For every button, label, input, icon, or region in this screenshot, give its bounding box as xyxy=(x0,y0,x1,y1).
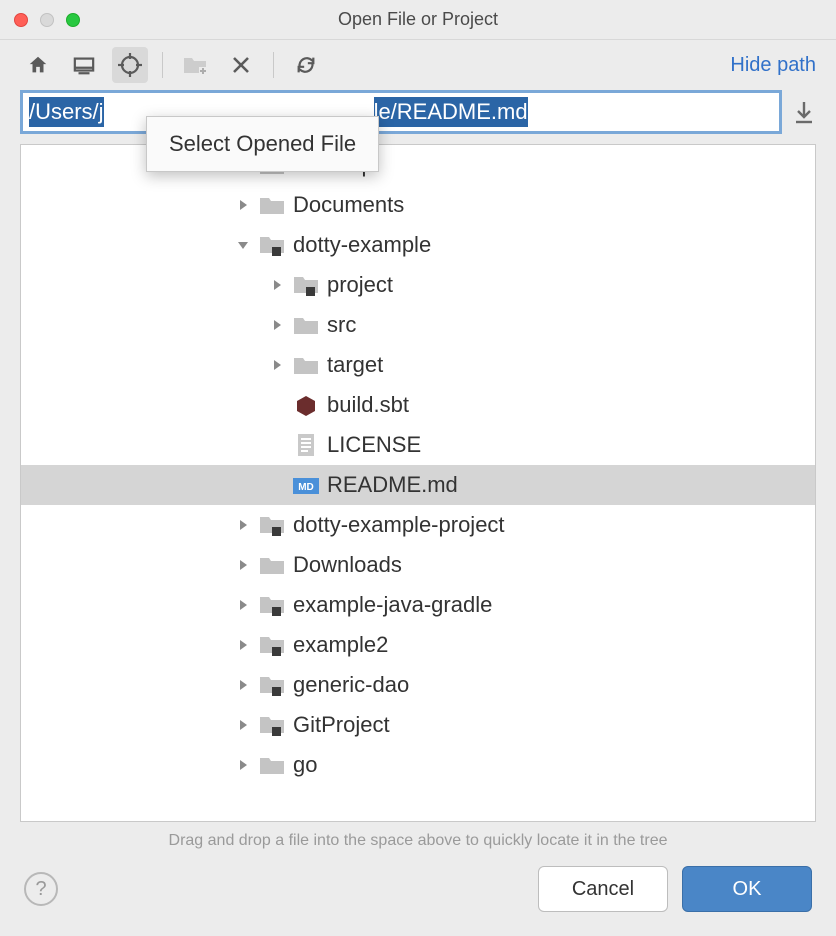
tree-row[interactable]: go xyxy=(21,745,815,785)
tree-item-label: example-java-gradle xyxy=(293,594,492,616)
tree-row[interactable]: example2 xyxy=(21,625,815,665)
folder-icon xyxy=(259,754,285,776)
tree-row[interactable]: Documents xyxy=(21,185,815,225)
md-file-icon: MD xyxy=(293,474,319,496)
tree-row[interactable]: generic-dao xyxy=(21,665,815,705)
tree-row[interactable]: example-java-gradle xyxy=(21,585,815,625)
module-folder-icon xyxy=(259,674,285,696)
tree-item-label: src xyxy=(327,314,356,336)
tree-item-label: generic-dao xyxy=(293,674,409,696)
delete-icon xyxy=(232,56,250,74)
folder-icon xyxy=(259,194,285,216)
target-icon xyxy=(118,53,142,77)
disclosure-collapsed-icon[interactable] xyxy=(265,313,289,337)
path-row: /Users/j le/README.md xyxy=(0,90,836,144)
zoom-window-button[interactable] xyxy=(66,13,80,27)
svg-text:MD: MD xyxy=(298,482,314,493)
disclosure-expanded-icon[interactable] xyxy=(231,233,255,257)
new-folder-button[interactable] xyxy=(177,47,213,83)
sbt-file-icon xyxy=(293,394,319,416)
tree-item-label: target xyxy=(327,354,383,376)
hide-path-link[interactable]: Hide path xyxy=(730,54,816,77)
folder-icon xyxy=(293,314,319,336)
tooltip: Select Opened File xyxy=(146,116,379,172)
tree-row[interactable]: build.sbt xyxy=(21,385,815,425)
path-input[interactable]: /Users/j le/README.md xyxy=(20,90,782,134)
tree-row[interactable]: dotty-example-project xyxy=(21,505,815,545)
tree-row[interactable]: MD README.md xyxy=(21,465,815,505)
tree-row[interactable]: GitProject xyxy=(21,705,815,745)
module-folder-icon xyxy=(259,594,285,616)
disclosure-collapsed-icon[interactable] xyxy=(231,753,255,777)
traffic-lights xyxy=(0,13,80,27)
tree-item-label: project xyxy=(327,274,393,296)
tree-row[interactable]: project xyxy=(21,265,815,305)
path-text-prefix: /Users/j xyxy=(29,97,104,127)
home-button[interactable] xyxy=(20,47,56,83)
home-icon xyxy=(27,54,49,76)
tree-row[interactable]: src xyxy=(21,305,815,345)
file-tree[interactable]: Desktop Documents dotty-example project src t… xyxy=(21,145,815,785)
refresh-button[interactable] xyxy=(288,47,324,83)
cancel-button[interactable]: Cancel xyxy=(538,866,668,912)
tree-item-label: README.md xyxy=(327,474,458,496)
module-folder-icon xyxy=(259,514,285,536)
open-file-dialog: Open File or Project Hide path /Users/j … xyxy=(0,0,836,936)
toolbar-separator xyxy=(162,52,163,78)
file-tree-panel: Desktop Documents dotty-example project src t… xyxy=(20,144,816,822)
close-window-button[interactable] xyxy=(14,13,28,27)
folder-icon xyxy=(259,554,285,576)
tree-item-label: LICENSE xyxy=(327,434,421,456)
tree-item-label: Downloads xyxy=(293,554,402,576)
disclosure-collapsed-icon[interactable] xyxy=(231,673,255,697)
disclosure-collapsed-icon[interactable] xyxy=(265,353,289,377)
disclosure-collapsed-icon[interactable] xyxy=(231,713,255,737)
drop-hint: Drag and drop a file into the space abov… xyxy=(0,822,836,866)
select-opened-file-button[interactable] xyxy=(112,47,148,83)
tree-item-label: go xyxy=(293,754,317,776)
text-file-icon xyxy=(293,434,319,456)
desktop-icon xyxy=(73,55,95,75)
tree-row[interactable]: Desktop xyxy=(21,145,815,185)
disclosure-collapsed-icon[interactable] xyxy=(265,273,289,297)
tree-item-label: dotty-example-project xyxy=(293,514,505,536)
delete-button[interactable] xyxy=(223,47,259,83)
tree-row[interactable]: LICENSE xyxy=(21,425,815,465)
dialog-footer: ? Cancel OK xyxy=(0,866,836,936)
new-folder-icon xyxy=(183,55,207,75)
window-title: Open File or Project xyxy=(0,9,836,30)
toolbar: Hide path xyxy=(0,40,836,90)
tree-row[interactable]: dotty-example xyxy=(21,225,815,265)
module-folder-icon xyxy=(259,634,285,656)
download-arrow-icon xyxy=(794,100,814,124)
disclosure-collapsed-icon[interactable] xyxy=(231,193,255,217)
folder-icon xyxy=(293,354,319,376)
refresh-icon xyxy=(295,54,317,76)
path-text-suffix: le/README.md xyxy=(374,97,528,127)
ok-button[interactable]: OK xyxy=(682,866,812,912)
tree-row[interactable]: Downloads xyxy=(21,545,815,585)
disclosure-collapsed-icon[interactable] xyxy=(231,513,255,537)
tree-item-label: example2 xyxy=(293,634,388,656)
help-button[interactable]: ? xyxy=(24,872,58,906)
tree-row[interactable]: target xyxy=(21,345,815,385)
disclosure-collapsed-icon[interactable] xyxy=(231,593,255,617)
tree-item-label: dotty-example xyxy=(293,234,431,256)
tree-item-label: build.sbt xyxy=(327,394,409,416)
toolbar-separator xyxy=(273,52,274,78)
module-folder-icon xyxy=(293,274,319,296)
desktop-button[interactable] xyxy=(66,47,102,83)
tree-item-label: Documents xyxy=(293,194,404,216)
module-folder-icon xyxy=(259,714,285,736)
disclosure-collapsed-icon[interactable] xyxy=(231,553,255,577)
tree-item-label: GitProject xyxy=(293,714,390,736)
titlebar: Open File or Project xyxy=(0,0,836,40)
module-folder-icon xyxy=(259,234,285,256)
history-dropdown-button[interactable] xyxy=(792,98,816,126)
disclosure-collapsed-icon[interactable] xyxy=(231,633,255,657)
minimize-window-button[interactable] xyxy=(40,13,54,27)
